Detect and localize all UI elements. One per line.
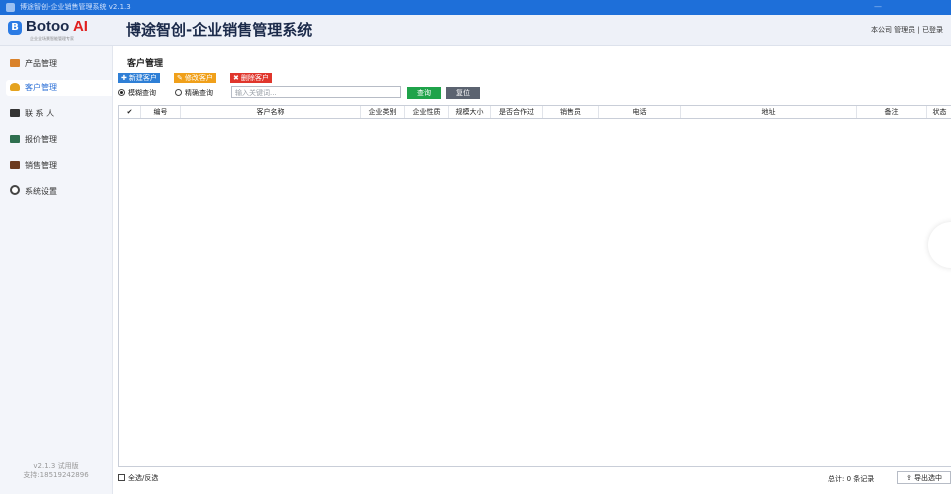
sidebar-item-label: 系统设置	[25, 187, 57, 196]
radio-icon	[175, 89, 182, 96]
minimize-button[interactable]: —	[874, 2, 882, 11]
main-panel: 客户管理 ✚ 新建客户 ✎ 修改客户 ✖ 删除客户 模糊查询 精确查询 输入关键词..…	[113, 46, 951, 494]
page-title: 客户管理	[127, 59, 164, 69]
logo-tagline: 企业全场景智能管理专家	[30, 36, 74, 41]
export-selected-button[interactable]: ⇪ 导出选中	[897, 471, 951, 484]
search-input[interactable]: 输入关键词...	[231, 86, 401, 98]
sidebar-item-customers[interactable]: 客户管理	[6, 80, 112, 96]
sidebar-item-contacts[interactable]: 联 系 人	[10, 106, 110, 122]
column-size[interactable]: 规模大小	[449, 106, 491, 118]
customer-icon	[10, 83, 20, 91]
customer-table: ✔ 编号 客户名称 企业类别 企业性质 规模大小 是否合作过 销售员 电话 地址…	[118, 105, 951, 467]
logo: Botoo AI	[26, 18, 88, 35]
user-info[interactable]: 本公司 管理员 | 已登录	[871, 26, 943, 35]
select-all-checkbox[interactable]: 全选/反选	[118, 472, 158, 484]
sidebar-item-products[interactable]: 产品管理	[10, 56, 110, 72]
radio-label: 精确查询	[185, 89, 213, 97]
sidebar-item-sales[interactable]: 销售管理	[10, 158, 110, 174]
app-header: B Botoo AI 企业全场景智能管理专家 博途智创-企业销售管理系统 本公司…	[0, 15, 951, 46]
table-header: ✔ 编号 客户名称 企业类别 企业性质 规模大小 是否合作过 销售员 电话 地址…	[119, 106, 951, 119]
column-category[interactable]: 企业类别	[361, 106, 405, 118]
add-icon: ✚	[121, 74, 127, 82]
delete-icon: ✖	[233, 74, 239, 82]
sidebar-item-label: 客户管理	[25, 83, 57, 92]
delete-customer-button[interactable]: ✖ 删除客户	[230, 73, 272, 83]
column-status[interactable]: 状态	[927, 106, 951, 118]
checkbox-label: 全选/反选	[128, 474, 159, 482]
sidebar-item-label: 产品管理	[25, 59, 57, 68]
app-icon	[6, 3, 15, 12]
window-title: 博途智创-企业销售管理系统 v2.1.3	[20, 3, 131, 11]
exact-search-radio[interactable]: 精确查询	[175, 87, 213, 99]
export-icon: ⇪	[905, 474, 915, 482]
reset-button[interactable]: 复位	[446, 87, 480, 99]
button-label: 修改客户	[184, 74, 213, 82]
app-title: 博途智创-企业销售管理系统	[126, 21, 313, 39]
column-select[interactable]: ✔	[119, 106, 141, 118]
quote-icon	[10, 135, 20, 143]
column-note[interactable]: 备注	[857, 106, 927, 118]
record-total: 总计: 0 条记录	[828, 475, 875, 483]
column-cooperated[interactable]: 是否合作过	[491, 106, 543, 118]
fuzzy-search-radio[interactable]: 模糊查询	[118, 87, 156, 99]
sidebar-footer: v2.1.3 试用版 支持:18519242896	[0, 462, 112, 480]
sidebar-item-label: 报价管理	[25, 135, 57, 144]
sidebar-item-quotes[interactable]: 报价管理	[10, 132, 110, 148]
column-address[interactable]: 地址	[681, 106, 857, 118]
button-label: 新建客户	[128, 74, 157, 82]
sidebar-item-settings[interactable]: 系统设置	[10, 184, 110, 200]
settings-icon	[10, 185, 20, 195]
logo-icon: B	[8, 21, 22, 35]
sidebar-item-label: 销售管理	[25, 161, 57, 170]
column-customer-name[interactable]: 客户名称	[181, 106, 361, 118]
contacts-icon	[10, 109, 20, 117]
column-nature[interactable]: 企业性质	[405, 106, 449, 118]
column-id[interactable]: 编号	[141, 106, 181, 118]
edit-customer-button[interactable]: ✎ 修改客户	[174, 73, 216, 83]
logo-name: Botoo	[26, 18, 73, 35]
sales-icon	[10, 161, 20, 169]
checkbox-icon	[118, 474, 125, 481]
logo-ai: AI	[72, 18, 88, 35]
column-salesperson[interactable]: 销售员	[543, 106, 599, 118]
column-phone[interactable]: 电话	[599, 106, 681, 118]
window-titlebar: 博途智创-企业销售管理系统 v2.1.3 —	[0, 0, 951, 15]
radio-selected-icon	[118, 89, 125, 96]
sidebar-item-label: 联 系 人	[25, 109, 55, 118]
radio-label: 模糊查询	[128, 89, 156, 97]
support-label: 支持:18519242896	[23, 471, 89, 479]
edit-icon: ✎	[177, 74, 183, 82]
new-customer-button[interactable]: ✚ 新建客户	[118, 73, 160, 83]
sidebar: 产品管理 客户管理 联 系 人 报价管理 销售管理 系统设置 v2.1.3 试用…	[0, 46, 113, 494]
version-label: v2.1.3 试用版	[33, 462, 79, 470]
product-icon	[10, 59, 20, 67]
button-label: 删除客户	[240, 74, 269, 82]
query-button[interactable]: 查询	[407, 87, 441, 99]
button-label: 导出选中	[914, 474, 943, 482]
